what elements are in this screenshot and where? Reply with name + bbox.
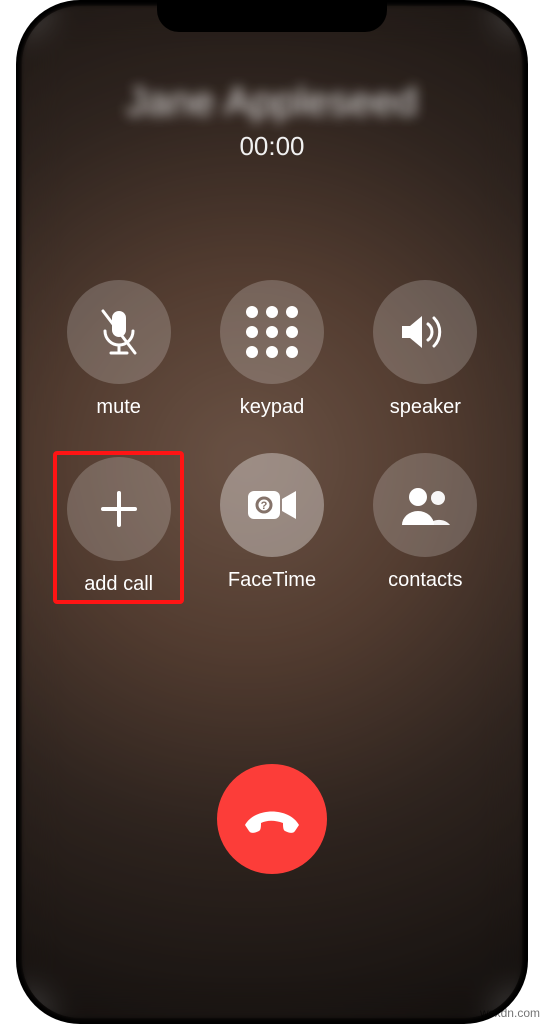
speaker-cell: speaker [364, 280, 487, 419]
caller-name: Jane Appleseed [16, 80, 528, 125]
microphone-off-icon [97, 307, 141, 357]
keypad-label: keypad [240, 396, 305, 419]
facetime-button[interactable]: ? [220, 453, 324, 557]
watermark: wsxdn.com [480, 1006, 540, 1020]
keypad-button[interactable] [220, 280, 324, 384]
call-actions-grid: mute keypad [57, 280, 487, 600]
phone-frame: Jane Appleseed 00:00 [16, 0, 528, 1024]
add-call-button[interactable] [67, 457, 171, 561]
mute-label: mute [96, 396, 140, 419]
svg-text:?: ? [261, 500, 268, 512]
speaker-label: speaker [390, 396, 461, 419]
add-call-cell-highlighted: add call [53, 451, 184, 604]
keypad-cell: keypad [210, 280, 333, 419]
contacts-cell: contacts [364, 453, 487, 600]
mute-button[interactable] [67, 280, 171, 384]
add-call-label: add call [84, 573, 153, 596]
facetime-label: FaceTime [228, 569, 316, 592]
contacts-button[interactable] [373, 453, 477, 557]
call-timer: 00:00 [16, 131, 528, 162]
contacts-icon [398, 485, 452, 525]
mute-cell: mute [57, 280, 180, 419]
plus-icon [97, 487, 141, 531]
video-camera-icon: ? [246, 487, 298, 523]
end-call-row [16, 764, 528, 874]
notch [157, 0, 387, 32]
call-header: Jane Appleseed 00:00 [16, 80, 528, 162]
end-call-button[interactable] [217, 764, 327, 874]
speaker-button[interactable] [373, 280, 477, 384]
speaker-icon [398, 310, 452, 354]
keypad-icon [246, 306, 298, 358]
facetime-cell: ? FaceTime [210, 453, 333, 600]
phone-hangup-icon [241, 805, 303, 833]
contacts-label: contacts [388, 569, 462, 592]
